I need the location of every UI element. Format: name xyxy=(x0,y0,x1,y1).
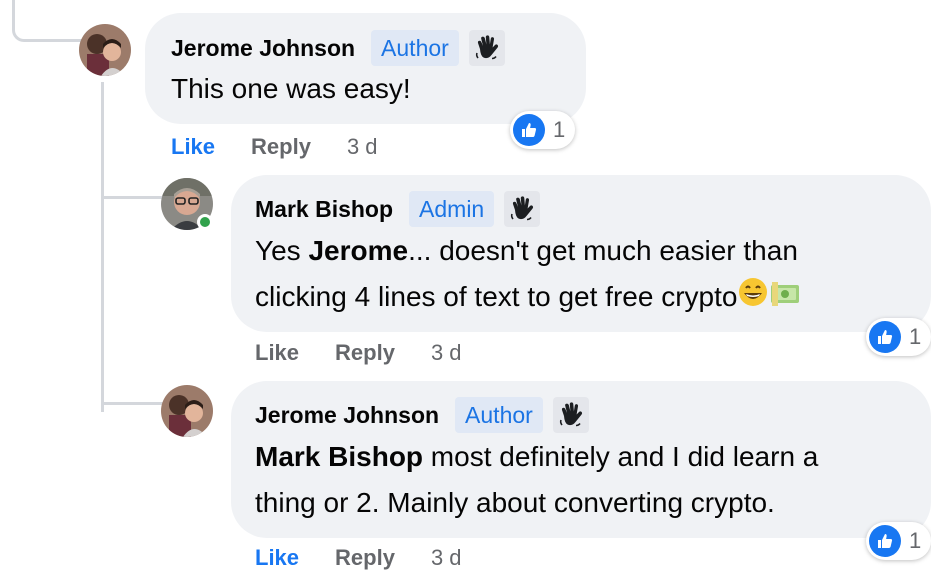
comment-text-part: most definitely and I did learn a xyxy=(423,441,819,472)
thread-connector-top xyxy=(12,0,82,42)
timestamp[interactable]: 3 d xyxy=(347,134,378,160)
author-name[interactable]: Jerome Johnson xyxy=(171,35,355,62)
like-button[interactable]: Like xyxy=(255,545,299,571)
reply-button[interactable]: Reply xyxy=(335,340,395,366)
author-name[interactable]: Mark Bishop xyxy=(255,196,393,223)
comment-text: Mark Bishop most definitely and I did le… xyxy=(255,434,818,526)
online-status-indicator xyxy=(197,214,213,230)
mention-link[interactable]: Jerome xyxy=(308,235,408,266)
comment-text-part: clicking 4 lines of text to get free cry… xyxy=(255,281,738,312)
avatar[interactable] xyxy=(79,24,131,76)
avatar[interactable] xyxy=(161,385,213,437)
waving-hand-icon[interactable] xyxy=(504,191,541,227)
comment-text: Yes Jerome... doesn't get much easier th… xyxy=(255,228,801,322)
reply-button[interactable]: Reply xyxy=(335,545,395,571)
reply-button[interactable]: Reply xyxy=(251,134,311,160)
reaction-count: 1 xyxy=(909,528,922,553)
waving-hand-icon[interactable] xyxy=(468,30,505,66)
comment-text: This one was easy! xyxy=(171,73,411,104)
comment-text-part: Yes xyxy=(255,235,309,266)
comment-actions: Like Reply 3 d xyxy=(255,340,462,366)
comment-header: Mark Bishop Admin xyxy=(255,191,541,227)
comment-text-part: thing or 2. Mainly about converting cryp… xyxy=(255,487,775,518)
reaction-count: 1 xyxy=(553,117,566,142)
grinning-face-emoji xyxy=(737,276,769,322)
reaction-count: 1 xyxy=(909,324,922,349)
reaction-summary[interactable]: 1 xyxy=(866,522,931,560)
money-bills-emoji xyxy=(769,276,801,322)
role-badge: Author xyxy=(371,30,459,66)
avatar-photo xyxy=(161,385,213,437)
timestamp[interactable]: 3 d xyxy=(431,340,462,366)
reaction-summary[interactable]: 1 xyxy=(510,111,576,149)
comment-actions: Like Reply 3 d xyxy=(255,545,462,571)
mention-link[interactable]: Mark Bishop xyxy=(255,441,423,472)
role-badge: Author xyxy=(455,397,543,433)
author-name[interactable]: Jerome Johnson xyxy=(255,402,439,429)
comment-actions: Like Reply 3 d xyxy=(171,134,378,160)
like-button[interactable]: Like xyxy=(171,134,215,160)
thread-connector-branch xyxy=(101,196,165,199)
thumbs-up-reaction-icon xyxy=(869,525,901,557)
thumbs-up-reaction-icon xyxy=(869,321,901,353)
timestamp[interactable]: 3 d xyxy=(431,545,462,571)
thread-connector-vertical xyxy=(101,82,104,412)
comment-text-part: ... doesn't get much easier than xyxy=(408,235,798,266)
avatar-photo xyxy=(79,24,131,76)
comment-header: Jerome Johnson Author xyxy=(171,30,505,66)
thumbs-up-reaction-icon xyxy=(513,114,545,146)
waving-hand-icon[interactable] xyxy=(552,397,589,433)
reaction-summary[interactable]: 1 xyxy=(866,318,931,356)
role-badge: Admin xyxy=(409,191,495,227)
like-button[interactable]: Like xyxy=(255,340,299,366)
thread-connector-branch xyxy=(101,402,165,405)
comment-header: Jerome Johnson Author xyxy=(255,397,589,433)
